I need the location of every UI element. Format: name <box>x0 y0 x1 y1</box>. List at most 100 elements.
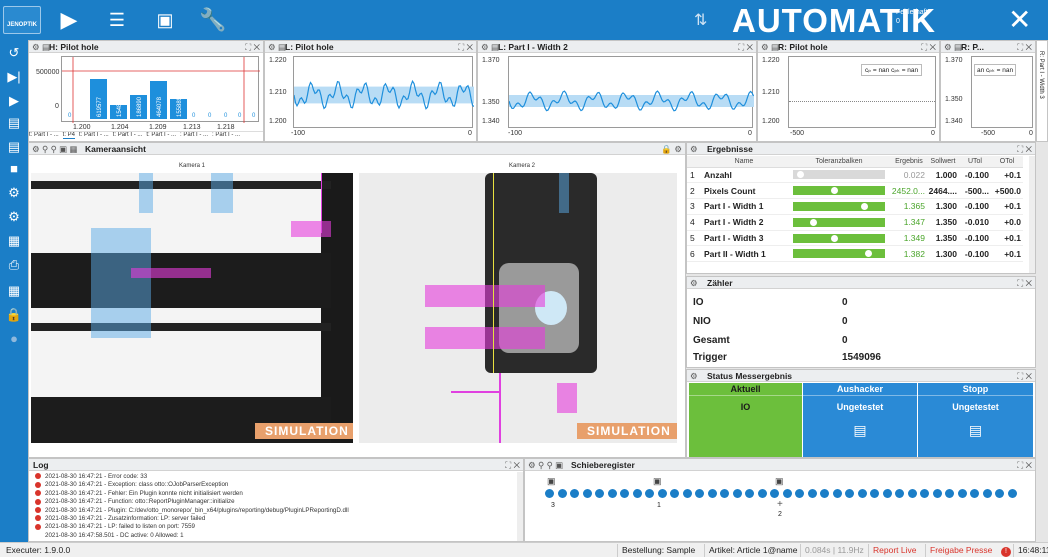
vertical-tab-label[interactable]: R: Part I - Width 3 <box>1038 51 1044 99</box>
shift-slot[interactable] <box>845 489 854 498</box>
gear-icon[interactable]: ⚙ <box>690 370 698 382</box>
shift-slot[interactable] <box>795 489 804 498</box>
shift-slot[interactable] <box>607 489 617 498</box>
shift-slot[interactable] <box>995 489 1004 498</box>
shift-slot[interactable] <box>870 489 879 498</box>
gear-icon[interactable]: ⚙ ▤ <box>944 41 962 53</box>
table-row[interactable]: 6 Part II - Width 1 1.382 1.300 -0.100 +0.1 <box>687 245 1023 263</box>
table-row[interactable]: 3 Part I - Width 1 1.365 1.300 -0.100 +0.1 <box>687 198 1023 215</box>
scrollbar[interactable] <box>517 472 523 541</box>
gear-icon[interactable]: ⚙ <box>690 143 698 155</box>
gear-icon[interactable]: ⚙ <box>690 277 698 289</box>
shift-slot[interactable] <box>545 489 554 498</box>
chip-icon[interactable]: ▣ <box>148 4 182 36</box>
shift-slot[interactable] <box>595 489 604 498</box>
report-icon[interactable]: ▦ <box>5 232 23 250</box>
grid-icon[interactable]: ▦ <box>5 282 23 300</box>
shift-slot[interactable] <box>1007 489 1017 498</box>
table-row[interactable]: 2 Pixels Count 2452.0... 2464.... -500... +50… <box>687 182 1023 200</box>
shift-slot[interactable] <box>632 489 642 498</box>
shift-slot[interactable] <box>895 489 904 498</box>
chart-tab[interactable]: t: Part I - ... <box>146 132 176 138</box>
shift-slot[interactable] <box>907 489 917 498</box>
shift-slot[interactable] <box>945 489 954 498</box>
shift-slot[interactable] <box>857 489 867 498</box>
image-icon[interactable]: ▤ <box>918 422 1033 439</box>
lock-icon[interactable]: 🔒 <box>5 306 23 324</box>
close-icon[interactable]: ✕ <box>1008 3 1031 36</box>
shift-slot[interactable] <box>920 489 929 498</box>
shift-slot[interactable] <box>720 489 729 498</box>
step-forward-icon[interactable]: ▶| <box>5 68 23 86</box>
camera-icon[interactable]: ■ <box>5 160 23 178</box>
shift-slot[interactable] <box>770 489 779 498</box>
chart-tab[interactable]: t: Part I - ... <box>79 132 109 138</box>
checklist-icon[interactable]: ☰ <box>100 4 134 36</box>
alert-icon[interactable]: ! <box>997 544 1013 557</box>
gear-icon[interactable]: ⚙ ▤ <box>268 41 286 53</box>
shift-slot[interactable] <box>745 489 754 498</box>
play-small-icon[interactable]: ▶ <box>5 92 23 110</box>
shift-slot[interactable] <box>757 489 767 498</box>
camera-1-image[interactable]: SIMULATION <box>31 173 353 443</box>
shift-slot[interactable] <box>970 489 979 498</box>
shift-slot[interactable] <box>732 489 742 498</box>
chart-tab[interactable]: t: Part I - ... <box>29 132 59 138</box>
gear-icon[interactable]: ⚙ ▤ <box>32 41 50 53</box>
shift-slot[interactable] <box>807 489 817 498</box>
shift-slot[interactable] <box>582 489 592 498</box>
shift-slot[interactable] <box>982 489 992 498</box>
shift-slot[interactable] <box>657 489 667 498</box>
vertical-tab-strip[interactable]: R: Part I - Width 3 <box>1036 40 1048 142</box>
panel-controls[interactable]: ⛶ ✕ <box>1017 459 1032 471</box>
shift-slot[interactable] <box>707 489 717 498</box>
shift-slot[interactable] <box>670 489 679 498</box>
shift-slot[interactable] <box>957 489 967 498</box>
wrench-icon[interactable]: 🔧 <box>196 4 230 36</box>
panel-controls[interactable]: ⛶ ✕ <box>738 41 753 53</box>
chart-tab[interactable]: t: Part I - ... <box>113 132 143 138</box>
panel-controls[interactable]: ⛶ ✕ <box>245 41 260 53</box>
sort-icon[interactable]: ⇅ <box>694 10 707 30</box>
shift-slot[interactable] <box>645 489 654 498</box>
table-row[interactable]: 1 Anzahl 0.022 1.000 -0.100 +0.1 <box>687 167 1023 184</box>
panel-controls[interactable]: ⛶ ✕ <box>1017 370 1032 382</box>
shift-slot[interactable] <box>620 489 629 498</box>
plus-icon[interactable]: + <box>777 499 783 510</box>
panel-controls[interactable]: ⛶ ✕ <box>1017 277 1032 289</box>
gear-icon[interactable]: ⚙ ▤ <box>761 41 779 53</box>
panel-controls[interactable]: ⛶ ✕ <box>505 459 520 471</box>
shift-slot[interactable] <box>570 489 579 498</box>
tune-icon[interactable]: ⚙ <box>5 184 23 202</box>
print-icon[interactable]: ⎙ <box>5 256 23 274</box>
shift-slot[interactable] <box>682 489 692 498</box>
lock-gear-icon[interactable]: 🔒 ⚙ <box>661 143 682 155</box>
play-icon[interactable]: ▶ <box>52 4 86 36</box>
settings-icon[interactable]: ⚙ <box>5 208 23 226</box>
gear-icon[interactable]: ⚙ ▤ <box>481 41 499 53</box>
table-row[interactable]: 4 Part I - Width 2 1.347 1.350 -0.010 +0.0 <box>687 214 1023 231</box>
report-live[interactable]: Report Live <box>868 544 920 557</box>
scrollbar[interactable] <box>1029 156 1035 273</box>
shift-slot[interactable] <box>557 489 567 498</box>
history-icon[interactable]: ↺ <box>5 44 23 62</box>
shift-slot[interactable] <box>932 489 942 498</box>
panel-controls[interactable]: ⛶ ✕ <box>1017 143 1032 155</box>
film-icon[interactable]: ▤ <box>5 138 23 156</box>
camera-2-image[interactable]: SIMULATION <box>359 173 677 443</box>
panel-controls[interactable]: ⛶ ✕ <box>458 41 473 53</box>
panel-controls[interactable]: ⛶ ✕ <box>1017 41 1032 53</box>
panel-controls[interactable]: ⛶ ✕ <box>921 41 936 53</box>
chart-tab-active[interactable]: t: P4 <box>62 132 76 139</box>
shift-slot[interactable] <box>832 489 842 498</box>
image-icon[interactable]: ▤ <box>5 114 23 132</box>
press-release[interactable]: Freigabe Presse <box>925 544 996 557</box>
shift-slot[interactable] <box>695 489 704 498</box>
chart-tab[interactable]: : Part I - ... <box>212 132 240 138</box>
shift-slot[interactable] <box>882 489 892 498</box>
table-row[interactable]: 5 Part I - Width 3 1.349 1.350 -0.100 +0.1 <box>687 230 1023 247</box>
shift-slot[interactable] <box>782 489 792 498</box>
toolbar-icons[interactable]: ⚙ ⚲ ⚲ ▣ <box>528 459 563 471</box>
shift-slot[interactable] <box>820 489 829 498</box>
chart-tab[interactable]: : Part I - ... <box>180 132 208 138</box>
